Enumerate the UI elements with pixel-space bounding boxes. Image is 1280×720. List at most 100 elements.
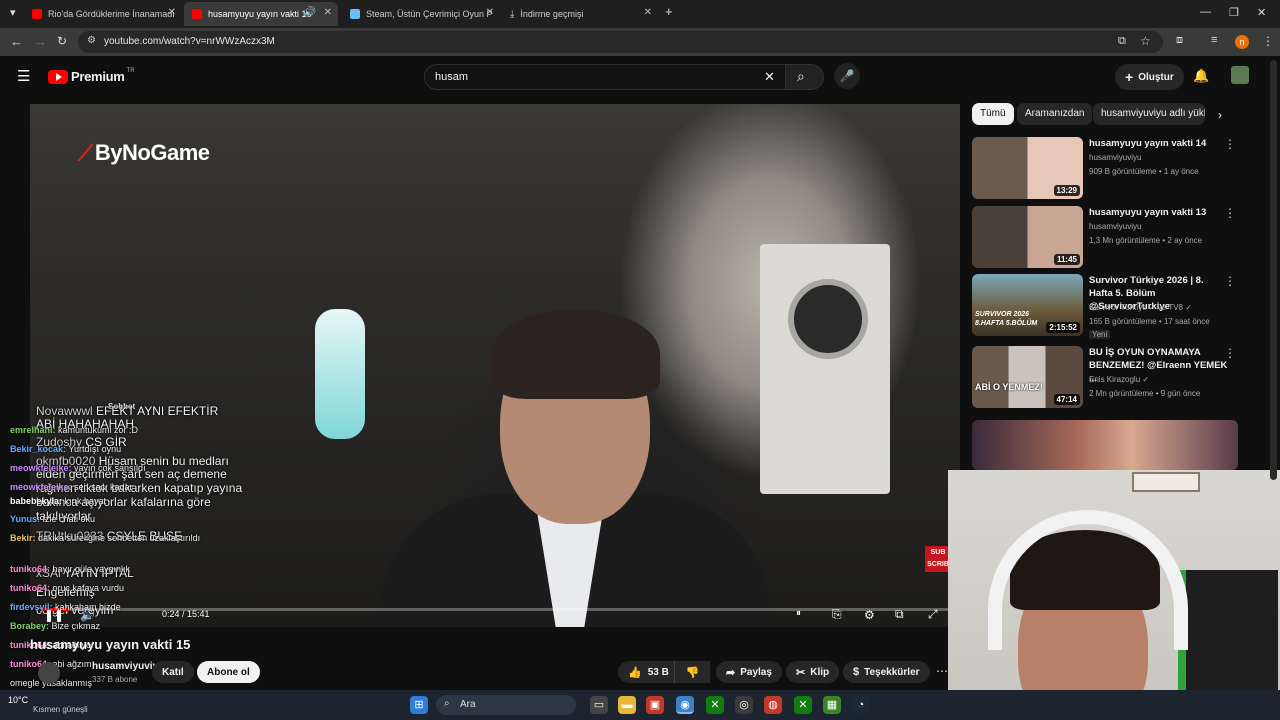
tab-close-icon[interactable]: ✕ xyxy=(644,7,652,18)
miniplayer-icon[interactable]: ⧉ xyxy=(895,607,904,622)
channel-avatar[interactable] xyxy=(38,662,60,684)
rec-thumbnail[interactable]: SURVIVOR 2026 8.HAFTA 5.BÖLÜM 2:15:52 xyxy=(972,274,1083,336)
chevron-right-icon[interactable]: › xyxy=(1218,108,1222,122)
file-explorer-icon[interactable]: ▬ xyxy=(618,696,636,714)
rec-more-icon[interactable]: ⋮ xyxy=(1224,346,1236,360)
xbox-app-icon[interactable]: ✕ xyxy=(794,696,812,714)
recommendation-1[interactable]: 13:29 husamyuyu yayın vakti 14 husamviyu… xyxy=(972,137,1244,201)
back-icon[interactable]: ← xyxy=(10,34,23,49)
minecraft-icon[interactable]: ▦ xyxy=(823,696,841,714)
task-view-icon[interactable]: ▭ xyxy=(590,696,608,714)
chip-uploads[interactable]: husamviyuviyu adlı yükl xyxy=(1093,103,1205,125)
join-button[interactable]: Katıl xyxy=(152,661,194,683)
autoplay-toggle-icon[interactable]: ⏸ xyxy=(796,608,801,619)
clip-button[interactable]: ✂ Klip xyxy=(786,661,840,683)
speaker-icon[interactable]: 🔊 xyxy=(304,7,316,18)
account-avatar[interactable] xyxy=(1231,66,1249,84)
rec-channel[interactable]: Enis Kirazoglu ✓ xyxy=(1089,375,1149,384)
rec-meta: 165 B görüntüleme • 17 saat önce xyxy=(1089,317,1210,326)
browser-tab-steam[interactable]: Steam, Üstün Çevrimiçi Oyun P ✕ xyxy=(342,2,500,26)
steam-taskbar-icon[interactable]: ◔ xyxy=(852,696,870,714)
rec-thumbnail[interactable]: ABİ O YENMEZ! 47:14 xyxy=(972,346,1083,408)
browser-menu-icon[interactable]: ⋮ xyxy=(1262,34,1274,48)
search-input[interactable]: husam ✕ xyxy=(424,64,786,90)
xbox-icon[interactable]: ✕ xyxy=(706,696,724,714)
youtube-favicon-icon xyxy=(192,9,202,19)
omnibox[interactable]: ⚙ youtube.com/watch?v=nrWWzAczx3M ⧉ ☆ xyxy=(78,31,1163,53)
rec-more-icon[interactable]: ⋮ xyxy=(1224,206,1236,220)
rec-thumbnail[interactable]: 13:29 xyxy=(972,137,1083,199)
tab-close-icon[interactable]: ✕ xyxy=(324,7,332,18)
recommendation-4[interactable]: ABİ O YENMEZ! 47:14 BU İŞ OYUN OYNAMAYA … xyxy=(972,346,1244,410)
chat-username: Borabey: xyxy=(10,621,52,631)
search-input-value[interactable]: husam xyxy=(435,71,468,83)
minimize-icon[interactable]: — xyxy=(1200,6,1211,18)
share-button[interactable]: ➦ Paylaş xyxy=(716,661,782,683)
chip-from-search[interactable]: Aramanızdan xyxy=(1017,103,1093,125)
subtitles-icon[interactable]: ⎘ xyxy=(832,607,842,622)
small-chat-line: tuniko64: hayır güle yaygınlık xyxy=(10,564,130,574)
reload-icon[interactable]: ↻ xyxy=(57,34,67,48)
thanks-button[interactable]: $ Teşekkürler xyxy=(843,661,930,683)
profile-avatar[interactable]: n xyxy=(1235,35,1249,49)
search-button[interactable]: ⌕ xyxy=(786,64,824,90)
subscribe-button[interactable]: Abone ol xyxy=(197,661,260,683)
chat-message: sen saçı kadar xyxy=(74,482,133,492)
tab-close-icon[interactable]: ✕ xyxy=(168,7,176,18)
taskbar-search[interactable]: ⌕ Ara xyxy=(436,695,576,715)
rec-channel[interactable]: husamviyuviyu xyxy=(1089,153,1141,162)
weather-temp[interactable]: 10°C xyxy=(8,695,28,705)
thumbs-down-icon: 👎 xyxy=(685,666,700,679)
notifications-bell-icon[interactable]: 🔔 xyxy=(1193,68,1209,84)
video-streamer-hair xyxy=(492,309,660,399)
tab-search-icon[interactable]: ▾ xyxy=(10,6,16,19)
share-label: Paylaş xyxy=(740,666,772,678)
recommendation-5-thumbnail[interactable] xyxy=(972,420,1238,470)
voice-search-icon[interactable]: 🎤 xyxy=(834,63,860,89)
create-label: Oluştur xyxy=(1138,71,1174,83)
clear-search-icon[interactable]: ✕ xyxy=(764,69,775,85)
rec-more-icon[interactable]: ⋮ xyxy=(1224,137,1236,151)
rec-more-icon[interactable]: ⋮ xyxy=(1224,274,1236,288)
fullscreen-icon[interactable]: ⤢ xyxy=(928,607,938,622)
download-icon: ⤓ xyxy=(510,8,515,20)
rec-channel[interactable]: husamviyuviyu xyxy=(1089,222,1141,231)
hamburger-menu-icon[interactable]: ☰ xyxy=(17,67,30,85)
create-button[interactable]: + Oluştur xyxy=(1115,64,1184,90)
url-text[interactable]: youtube.com/watch?v=nrWWzAczx3M xyxy=(104,36,275,47)
chip-all[interactable]: Tümü xyxy=(972,103,1014,125)
video-player[interactable]: ⟋ByNoGame Sohbet Novawwwl EFEKT AYNI EFE… xyxy=(30,104,960,627)
tab-close-icon[interactable]: ✕ xyxy=(486,7,494,18)
rec-thumbnail[interactable]: 11:45 xyxy=(972,206,1083,268)
recommendation-3[interactable]: SURVIVOR 2026 8.HAFTA 5.BÖLÜM 2:15:52 Su… xyxy=(972,274,1244,339)
page-scrollbar[interactable] xyxy=(1270,60,1277,480)
rec-title[interactable]: husamyuyu yayın vakti 14 xyxy=(1089,137,1229,150)
forward-icon[interactable]: → xyxy=(34,34,47,49)
site-info-icon[interactable]: ⚙ xyxy=(87,35,96,46)
dislike-button[interactable]: 👎 xyxy=(674,661,710,683)
browser-tab-downloads[interactable]: ⤓ İndirme geçmişi ✕ xyxy=(502,2,658,26)
extensions-icon[interactable]: ⧈ xyxy=(1176,34,1183,47)
youtube-logo[interactable]: Premium TR xyxy=(48,68,135,84)
rec-title[interactable]: husamyuyu yayın vakti 13 xyxy=(1089,206,1229,219)
rec-channel[interactable]: Survivor Türkiye ✓ ve TV8 ✓ xyxy=(1089,303,1192,312)
more-actions-icon[interactable]: ⋯ xyxy=(936,664,948,678)
maximize-icon[interactable]: ❐ xyxy=(1229,6,1239,19)
close-window-icon[interactable]: ✕ xyxy=(1257,6,1266,19)
browser-tab-current[interactable]: husamyuyu yayın vakti 15 - 🔊 ✕ xyxy=(184,2,338,26)
rec-thumb-overlay: SURVIVOR 2026 8.HAFTA 5.BÖLÜM xyxy=(975,311,1038,327)
recommendation-2[interactable]: 11:45 husamyuyu yayın vakti 13 husamviyu… xyxy=(972,206,1244,270)
new-tab-icon[interactable]: + xyxy=(665,4,673,19)
webcam-wall-frame xyxy=(1132,472,1200,492)
settings-gear-icon[interactable]: ⚙ xyxy=(864,608,875,622)
chrome-icon[interactable]: ◉ xyxy=(676,696,694,714)
weather-desc: Kısmen güneşli xyxy=(33,705,88,714)
windows-start-icon[interactable]: ⊞ xyxy=(410,696,428,714)
store-icon[interactable]: ▣ xyxy=(646,696,664,714)
app-red-icon[interactable]: ◍ xyxy=(764,696,782,714)
cast-icon[interactable]: ⧉ xyxy=(1118,35,1126,48)
steam-icon[interactable]: ◎ xyxy=(735,696,753,714)
browser-tab-rio[interactable]: Rio'da Gördüklerime İnanamadı ✕ xyxy=(24,2,182,26)
bookmark-star-icon[interactable]: ☆ xyxy=(1140,34,1151,48)
media-controls-icon[interactable]: ≡ xyxy=(1211,34,1217,46)
